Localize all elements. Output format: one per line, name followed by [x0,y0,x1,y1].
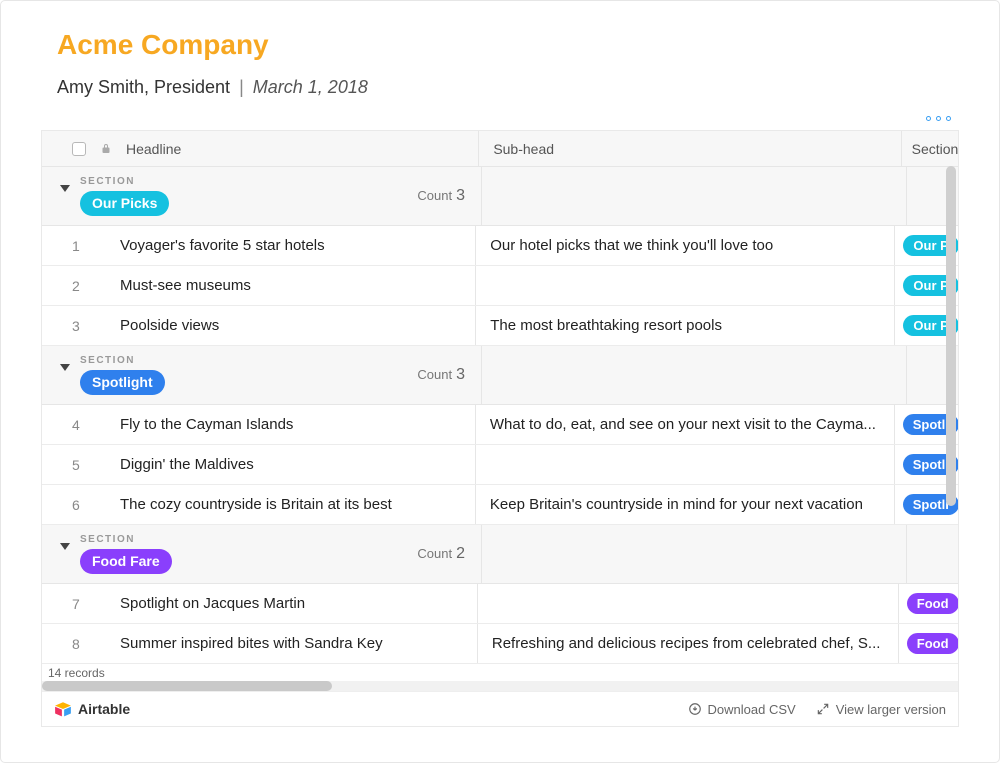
download-csv-label: Download CSV [708,702,796,717]
view-larger-button[interactable]: View larger version [816,702,946,717]
subhead-cell[interactable]: Our hotel picks that we think you'll lov… [476,226,895,265]
table-row[interactable]: 7Spotlight on Jacques MartinFood [42,584,958,624]
table-row[interactable]: 4 Fly to the Cayman Islands What to do, ea… [42,405,958,445]
embed-footer: Airtable Download CSV View larger versio… [42,691,958,726]
section-header[interactable]: SECTION Spotlight Count3 [42,346,958,405]
collapse-icon[interactable] [60,364,70,371]
section-count: Count3 [417,366,465,384]
row-number: 3 [72,318,84,334]
more-menu-icon[interactable] [926,116,951,121]
table-row[interactable]: 6 The cozy countryside is Britain at its … [42,485,958,525]
lock-icon [100,143,112,155]
table-row[interactable]: 3 Poolside views The most breathtaking res… [42,306,958,346]
section-label: SECTION [80,176,169,187]
byline-date: March 1, 2018 [253,77,368,97]
headline-cell[interactable]: Voyager's favorite 5 star hotels [120,237,325,254]
column-headline[interactable]: Headline [126,141,181,157]
download-csv-button[interactable]: Download CSV [688,702,796,717]
vertical-scrollbar[interactable] [946,166,956,656]
airtable-logo[interactable]: Airtable [54,700,130,718]
headline-cell[interactable]: The cozy countryside is Britain at its b… [120,496,392,513]
section-label: SECTION [80,355,165,366]
section-count: Count3 [417,187,465,205]
headline-cell[interactable]: Summer inspired bites with Sandra Key [120,635,383,652]
subhead-cell[interactable]: Keep Britain's countryside in mind for y… [476,485,895,524]
section-pill: Our Picks [80,191,169,216]
row-number: 7 [72,596,84,612]
column-subhead[interactable]: Sub-head [493,141,554,157]
author-name: Amy Smith, President [57,77,230,97]
row-number: 1 [72,238,84,254]
table-row[interactable]: 2Must-see museumsOur P [42,266,958,306]
subhead-cell[interactable]: The most breathtaking resort pools [476,306,895,345]
row-number: 2 [72,278,84,294]
column-header-row: Headline Sub-head Section [42,131,958,167]
airtable-embed: Headline Sub-head Section SECTION Our Pic… [41,130,959,727]
collapse-icon[interactable] [60,543,70,550]
subhead-cell[interactable]: Refreshing and delicious recipes from ce… [478,624,899,663]
headline-cell[interactable]: Fly to the Cayman Islands [120,416,293,433]
section-count: Count2 [417,545,465,563]
collapse-icon[interactable] [60,185,70,192]
view-larger-label: View larger version [836,702,946,717]
brand-name: Airtable [78,701,130,717]
table-row[interactable]: 8 Summer inspired bites with Sandra Key Re… [42,624,958,664]
byline-separator: | [239,77,244,97]
headline-cell[interactable]: Spotlight on Jacques Martin [120,595,305,612]
subhead-cell[interactable]: What to do, eat, and see on your next vi… [476,405,895,444]
records-count: 14 records [42,664,958,681]
byline: Amy Smith, President | March 1, 2018 [57,77,959,98]
horizontal-scrollbar[interactable] [42,681,958,691]
subhead-cell[interactable] [476,266,895,305]
column-section[interactable]: Section [912,141,958,157]
subhead-cell[interactable] [476,445,895,484]
select-all-checkbox[interactable] [72,142,86,156]
headline-cell[interactable]: Diggin' the Maldives [120,456,254,473]
headline-cell[interactable]: Must-see museums [120,277,251,294]
page-title: Acme Company [57,29,959,61]
table-row[interactable]: 1 Voyager's favorite 5 star hotels Our hot… [42,226,958,266]
row-number: 6 [72,497,84,513]
section-header[interactable]: SECTION Food Fare Count2 [42,525,958,584]
row-number: 5 [72,457,84,473]
section-label: SECTION [80,534,172,545]
row-number: 4 [72,417,84,433]
section-header[interactable]: SECTION Our Picks Count3 [42,167,958,226]
headline-cell[interactable]: Poolside views [120,317,219,334]
section-pill: Spotlight [80,370,165,395]
section-pill: Food Fare [80,549,172,574]
subhead-cell[interactable] [478,584,899,623]
table-row[interactable]: 5Diggin' the MaldivesSpotli [42,445,958,485]
row-number: 8 [72,636,84,652]
